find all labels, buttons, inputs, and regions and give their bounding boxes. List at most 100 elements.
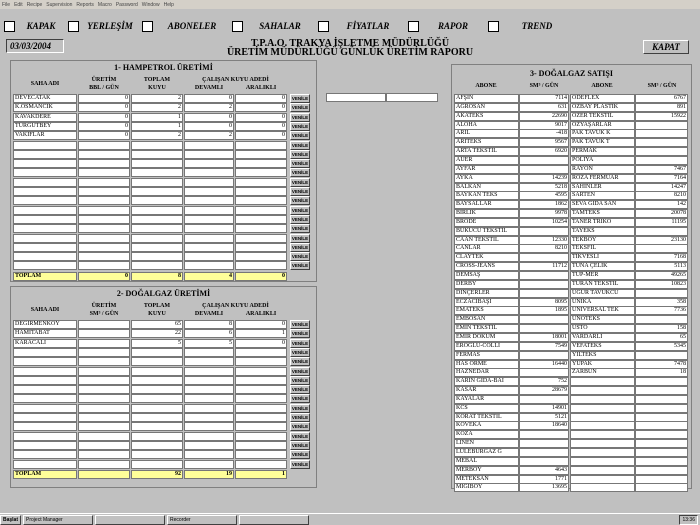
menu-item[interactable]: Supervision <box>46 2 72 8</box>
venile-button[interactable]: VENİLE <box>290 214 310 224</box>
row-value <box>235 422 287 432</box>
nav-checkbox[interactable] <box>408 20 419 32</box>
subscriber-volume: 8210 <box>519 244 569 254</box>
nav-checkbox[interactable] <box>488 20 499 32</box>
row-value <box>184 431 234 441</box>
venile-button[interactable]: VENİLE <box>290 187 310 196</box>
total-label: TOPLAM <box>13 271 77 281</box>
taskbar-task[interactable] <box>95 514 166 525</box>
venile-button[interactable]: VENİLE <box>290 385 310 395</box>
subscriber-name: POLİYA <box>570 155 635 165</box>
nav-tab[interactable]: ABONELER <box>156 21 228 31</box>
row-saha-name: KAVAKDERE <box>13 112 77 122</box>
row-value: 0 <box>235 94 287 103</box>
start-button[interactable]: Başlat <box>0 514 22 525</box>
venile-button[interactable]: VENİLE <box>290 422 310 432</box>
aux-field-2[interactable] <box>386 93 438 102</box>
nav-tab[interactable]: SAHALAR <box>246 21 314 31</box>
venile-button[interactable]: VENİLE <box>290 375 310 385</box>
taskbar-task[interactable]: Project Manager <box>23 514 94 525</box>
subscriber-name: EMATEKS <box>454 306 519 316</box>
row-value <box>235 252 287 262</box>
nav-checkbox[interactable] <box>142 20 153 32</box>
nav-tab[interactable]: FİYATLAR <box>332 21 404 31</box>
venile-button[interactable]: VENİLE <box>290 459 310 469</box>
menu-bar: File Edit Recipe Supervision Reports Macro Pas… <box>0 0 700 9</box>
menu-item[interactable]: Recipe <box>27 2 43 8</box>
subscriber-volume: 6920 <box>519 147 569 157</box>
venile-button[interactable]: VENİLE <box>290 338 310 348</box>
close-button[interactable]: KAPAT <box>643 40 689 54</box>
row-value <box>184 261 234 271</box>
row-saha-name <box>13 140 77 150</box>
subscriber-name: BRODE <box>454 217 519 227</box>
venile-button[interactable]: VENİLE <box>290 224 310 234</box>
venile-button[interactable]: VENİLE <box>290 149 310 159</box>
venile-button[interactable]: VENİLE <box>290 177 310 187</box>
venile-button[interactable]: VENİLE <box>290 320 310 329</box>
subscriber-volume: 8095 <box>519 297 569 307</box>
venile-button[interactable]: VENİLE <box>290 413 310 422</box>
nav-tab[interactable]: TREND <box>502 21 572 31</box>
venile-button[interactable]: VENİLE <box>290 403 310 413</box>
nav-tab[interactable]: YERLEŞİM <box>82 21 138 31</box>
venile-button[interactable]: VENİLE <box>290 252 310 262</box>
col-header-toplam: TOPLAM <box>143 76 171 83</box>
venile-button[interactable]: VENİLE <box>290 233 310 243</box>
row-value <box>184 366 234 376</box>
menu-item[interactable]: Help <box>164 2 174 8</box>
subscriber-name: USTO <box>570 324 635 334</box>
menu-item[interactable]: File <box>2 2 10 8</box>
venile-button[interactable]: VENİLE <box>290 366 310 376</box>
oil-production-title: 1- HAMPETROL ÜRETİMİ <box>114 63 213 72</box>
row-value <box>131 187 183 196</box>
taskbar-task[interactable]: Recorder <box>167 514 238 525</box>
venile-button[interactable]: VENİLE <box>290 205 310 215</box>
venile-button[interactable]: VENİLE <box>290 347 310 357</box>
aux-field-1[interactable] <box>326 93 386 102</box>
venile-button[interactable]: VENİLE <box>290 94 310 103</box>
venile-button[interactable]: VENİLE <box>290 140 310 150</box>
subscriber-volume <box>635 483 688 493</box>
venile-button[interactable]: VENİLE <box>290 112 310 122</box>
venile-button[interactable]: VENİLE <box>290 431 310 441</box>
venile-button[interactable]: VENİLE <box>290 450 310 460</box>
subscriber-name: MERBOY <box>454 465 519 475</box>
nav-checkbox[interactable] <box>318 20 329 32</box>
venile-button[interactable]: VENİLE <box>290 121 310 131</box>
nav-checkbox[interactable] <box>68 20 79 32</box>
venile-button[interactable]: VENİLE <box>290 196 310 206</box>
row-value: 2 <box>131 131 183 141</box>
nav-checkbox[interactable] <box>232 20 243 32</box>
venile-button[interactable]: VENİLE <box>290 357 310 367</box>
venile-button[interactable]: VENİLE <box>290 394 310 404</box>
menu-item[interactable]: Macro <box>98 2 112 8</box>
subscriber-volume: 1862 <box>519 200 569 210</box>
venile-button[interactable]: VENİLE <box>290 261 310 271</box>
row-value: 2 <box>184 103 234 113</box>
menu-item[interactable]: Window <box>142 2 160 8</box>
row-value <box>131 252 183 262</box>
row-saha-name <box>13 224 77 234</box>
venile-button[interactable]: VENİLE <box>290 131 310 141</box>
row-value <box>78 394 130 404</box>
row-value: 65 <box>131 320 183 329</box>
taskbar-task[interactable] <box>239 514 310 525</box>
venile-button[interactable]: VENİLE <box>290 329 310 339</box>
menu-item[interactable]: Edit <box>14 2 23 8</box>
venile-button[interactable]: VENİLE <box>290 440 310 450</box>
menu-item[interactable]: Reports <box>76 2 94 8</box>
nav-tab[interactable]: RAPOR <box>422 21 484 31</box>
subscriber-name: YUPAK <box>570 359 635 369</box>
venile-button[interactable]: VENİLE <box>290 159 310 169</box>
subscriber-volume: 4643 <box>519 465 569 475</box>
venile-button[interactable]: VENİLE <box>290 242 310 252</box>
subscriber-name: TUNA ÇELİK <box>570 262 635 272</box>
subscriber-name: ÖZER TEKSTİL <box>570 111 635 121</box>
nav-checkbox[interactable] <box>4 20 15 32</box>
venile-button[interactable]: VENİLE <box>290 103 310 113</box>
menu-item[interactable]: Password <box>116 2 138 8</box>
venile-button[interactable]: VENİLE <box>290 168 310 178</box>
nav-tab[interactable]: KAPAK <box>18 21 64 31</box>
subscriber-name <box>570 483 635 493</box>
